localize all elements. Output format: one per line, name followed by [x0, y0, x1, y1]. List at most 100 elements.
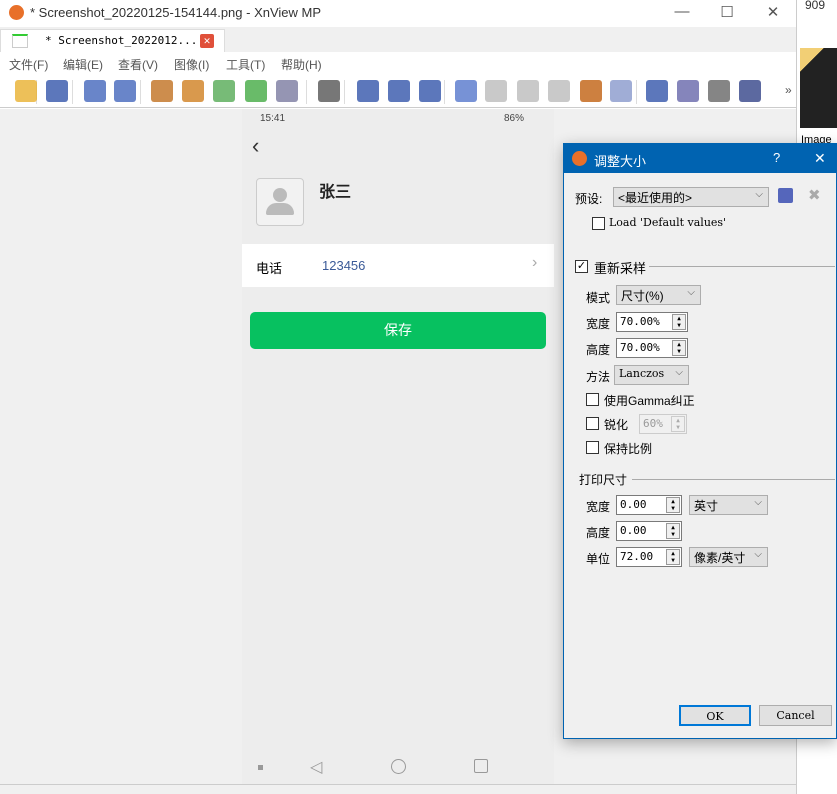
- menu-image[interactable]: 图像(I): [174, 56, 209, 73]
- chevron-down-icon: ⌵: [754, 497, 762, 508]
- delete-preset-icon[interactable]: ✖: [808, 186, 821, 204]
- resolution-value: 72.00: [620, 550, 654, 563]
- status-bar: [0, 784, 796, 794]
- rotate-left-icon[interactable]: [213, 80, 235, 102]
- cancel-button[interactable]: Cancel: [759, 705, 832, 726]
- zoom-actual-icon[interactable]: [388, 80, 410, 102]
- resample-checkbox[interactable]: ✓: [575, 260, 588, 273]
- sharpen-label: 锐化: [604, 418, 629, 432]
- toolbar-overflow-button[interactable]: »: [785, 83, 792, 97]
- phone-battery: 86%: [504, 113, 525, 124]
- spin-arrows-icon[interactable]: ▲ ▼: [672, 340, 686, 356]
- print-width-label: 宽度: [586, 500, 611, 514]
- last-page-icon[interactable]: [548, 80, 570, 102]
- avatar: [256, 178, 304, 226]
- minimize-button[interactable]: —: [667, 3, 697, 20]
- edit-text-icon[interactable]: [677, 80, 699, 102]
- nav-home-icon: [391, 759, 406, 774]
- print-width-value: 0.00: [620, 498, 647, 511]
- close-button[interactable]: ✕: [758, 3, 788, 21]
- resolution-input[interactable]: 72.00 ▲ ▼: [616, 547, 682, 567]
- print-unit-label: 单位: [586, 552, 611, 566]
- preset-label: 预设:: [575, 192, 603, 206]
- save-icon[interactable]: [46, 80, 68, 102]
- resize-dialog: 调整大小 ? ✕ 预设: <最近使用的> ⌵ ✖ Load 'Default va…: [563, 143, 837, 739]
- first-page-icon[interactable]: [517, 80, 539, 102]
- slideshow-icon[interactable]: [580, 80, 602, 102]
- method-label: 方法: [586, 370, 611, 384]
- load-default-label: Load 'Default values': [609, 216, 727, 229]
- menu-file[interactable]: 文件(F): [9, 56, 48, 73]
- menu-bar: 文件(F) 编辑(E) 查看(V) 图像(I) 工具(T) 帮助(H): [0, 52, 796, 74]
- keep-ratio-label: 保持比例: [604, 442, 653, 456]
- height-value: 70.00%: [620, 341, 660, 354]
- sharpen-checkbox[interactable]: [586, 417, 599, 430]
- keep-ratio-checkbox[interactable]: [586, 441, 599, 454]
- print-width-input[interactable]: 0.00 ▲ ▼: [616, 495, 682, 515]
- load-default-checkbox[interactable]: [592, 217, 605, 230]
- previous-icon[interactable]: [455, 80, 477, 102]
- chevron-down-icon: ⌵: [755, 189, 763, 200]
- spin-arrows-icon[interactable]: ▲ ▼: [666, 497, 680, 513]
- print-icon[interactable]: [708, 80, 730, 102]
- dialog-close-button[interactable]: ✕: [814, 150, 826, 167]
- curves-icon[interactable]: [318, 80, 340, 102]
- toolbar: »: [0, 74, 796, 108]
- rotate-right-icon[interactable]: [245, 80, 267, 102]
- zoom-in-icon[interactable]: [357, 80, 379, 102]
- spin-arrows-icon[interactable]: ▲ ▼: [666, 549, 680, 565]
- mode-select[interactable]: 尺寸(%) ⌵: [616, 285, 701, 305]
- nav-menu-icon: [258, 765, 263, 770]
- gamma-checkbox[interactable]: [586, 393, 599, 406]
- nav-recent-icon: [474, 759, 488, 773]
- zoom-out-icon[interactable]: [419, 80, 441, 102]
- print-width-unit: 英寸: [694, 499, 719, 513]
- next-icon[interactable]: [485, 80, 507, 102]
- height-input[interactable]: 70.00% ▲ ▼: [616, 338, 688, 358]
- help-button[interactable]: ?: [773, 150, 780, 165]
- print-height-value: 0.00: [620, 524, 647, 537]
- print-size-label: 打印尺寸: [579, 473, 628, 487]
- height-label: 高度: [586, 343, 611, 357]
- folder-thumbnail[interactable]: [800, 48, 837, 128]
- resolution-unit: 像素/英寸: [694, 551, 746, 565]
- print-height-label: 高度: [586, 526, 611, 540]
- color-adjust-icon[interactable]: [276, 80, 298, 102]
- image-file-icon: [12, 34, 28, 48]
- print-height-input[interactable]: 0.00 ▲ ▼: [616, 521, 682, 541]
- browser-icon[interactable]: [15, 80, 37, 102]
- width-value: 70.00%: [620, 315, 660, 328]
- fullscreen-icon[interactable]: [646, 80, 668, 102]
- ok-button[interactable]: OK: [679, 705, 751, 726]
- crop-icon[interactable]: [151, 80, 173, 102]
- redo-icon[interactable]: [114, 80, 136, 102]
- preset-select[interactable]: <最近使用的> ⌵: [613, 187, 769, 207]
- resize-icon[interactable]: [182, 80, 204, 102]
- print-width-unit-select[interactable]: 英寸 ⌵: [689, 495, 768, 515]
- save-preset-icon[interactable]: [778, 188, 793, 203]
- menu-help[interactable]: 帮助(H): [281, 56, 322, 73]
- undo-icon[interactable]: [84, 80, 106, 102]
- maximize-button[interactable]: ☐: [712, 3, 742, 21]
- breadcrumb[interactable]: 909: [805, 0, 825, 12]
- mode-label: 模式: [586, 291, 611, 305]
- tab-screenshot[interactable]: * Screenshot_2022012... ✕: [0, 29, 225, 52]
- resolution-unit-select[interactable]: 像素/英寸 ⌵: [689, 547, 768, 567]
- resample-label: 重新采样: [594, 261, 647, 276]
- phone-label: 电话: [256, 261, 283, 276]
- spin-arrows-icon[interactable]: ▲ ▼: [666, 523, 680, 539]
- mode-value: 尺寸(%): [621, 289, 664, 303]
- info-icon[interactable]: [610, 80, 632, 102]
- menu-edit[interactable]: 编辑(E): [63, 56, 103, 73]
- app-logo-icon: [572, 151, 587, 166]
- method-select[interactable]: Lanczos ⌵: [614, 365, 689, 385]
- scan-icon[interactable]: [739, 80, 761, 102]
- width-label: 宽度: [586, 317, 611, 331]
- spin-arrows-icon[interactable]: ▲ ▼: [672, 314, 686, 330]
- tab-close-icon[interactable]: ✕: [200, 34, 214, 48]
- chevron-down-icon: ⌵: [687, 287, 695, 298]
- menu-tools[interactable]: 工具(T): [226, 56, 265, 73]
- menu-view[interactable]: 查看(V): [118, 56, 158, 73]
- width-input[interactable]: 70.00% ▲ ▼: [616, 312, 688, 332]
- nav-back-icon: ◁: [310, 759, 323, 776]
